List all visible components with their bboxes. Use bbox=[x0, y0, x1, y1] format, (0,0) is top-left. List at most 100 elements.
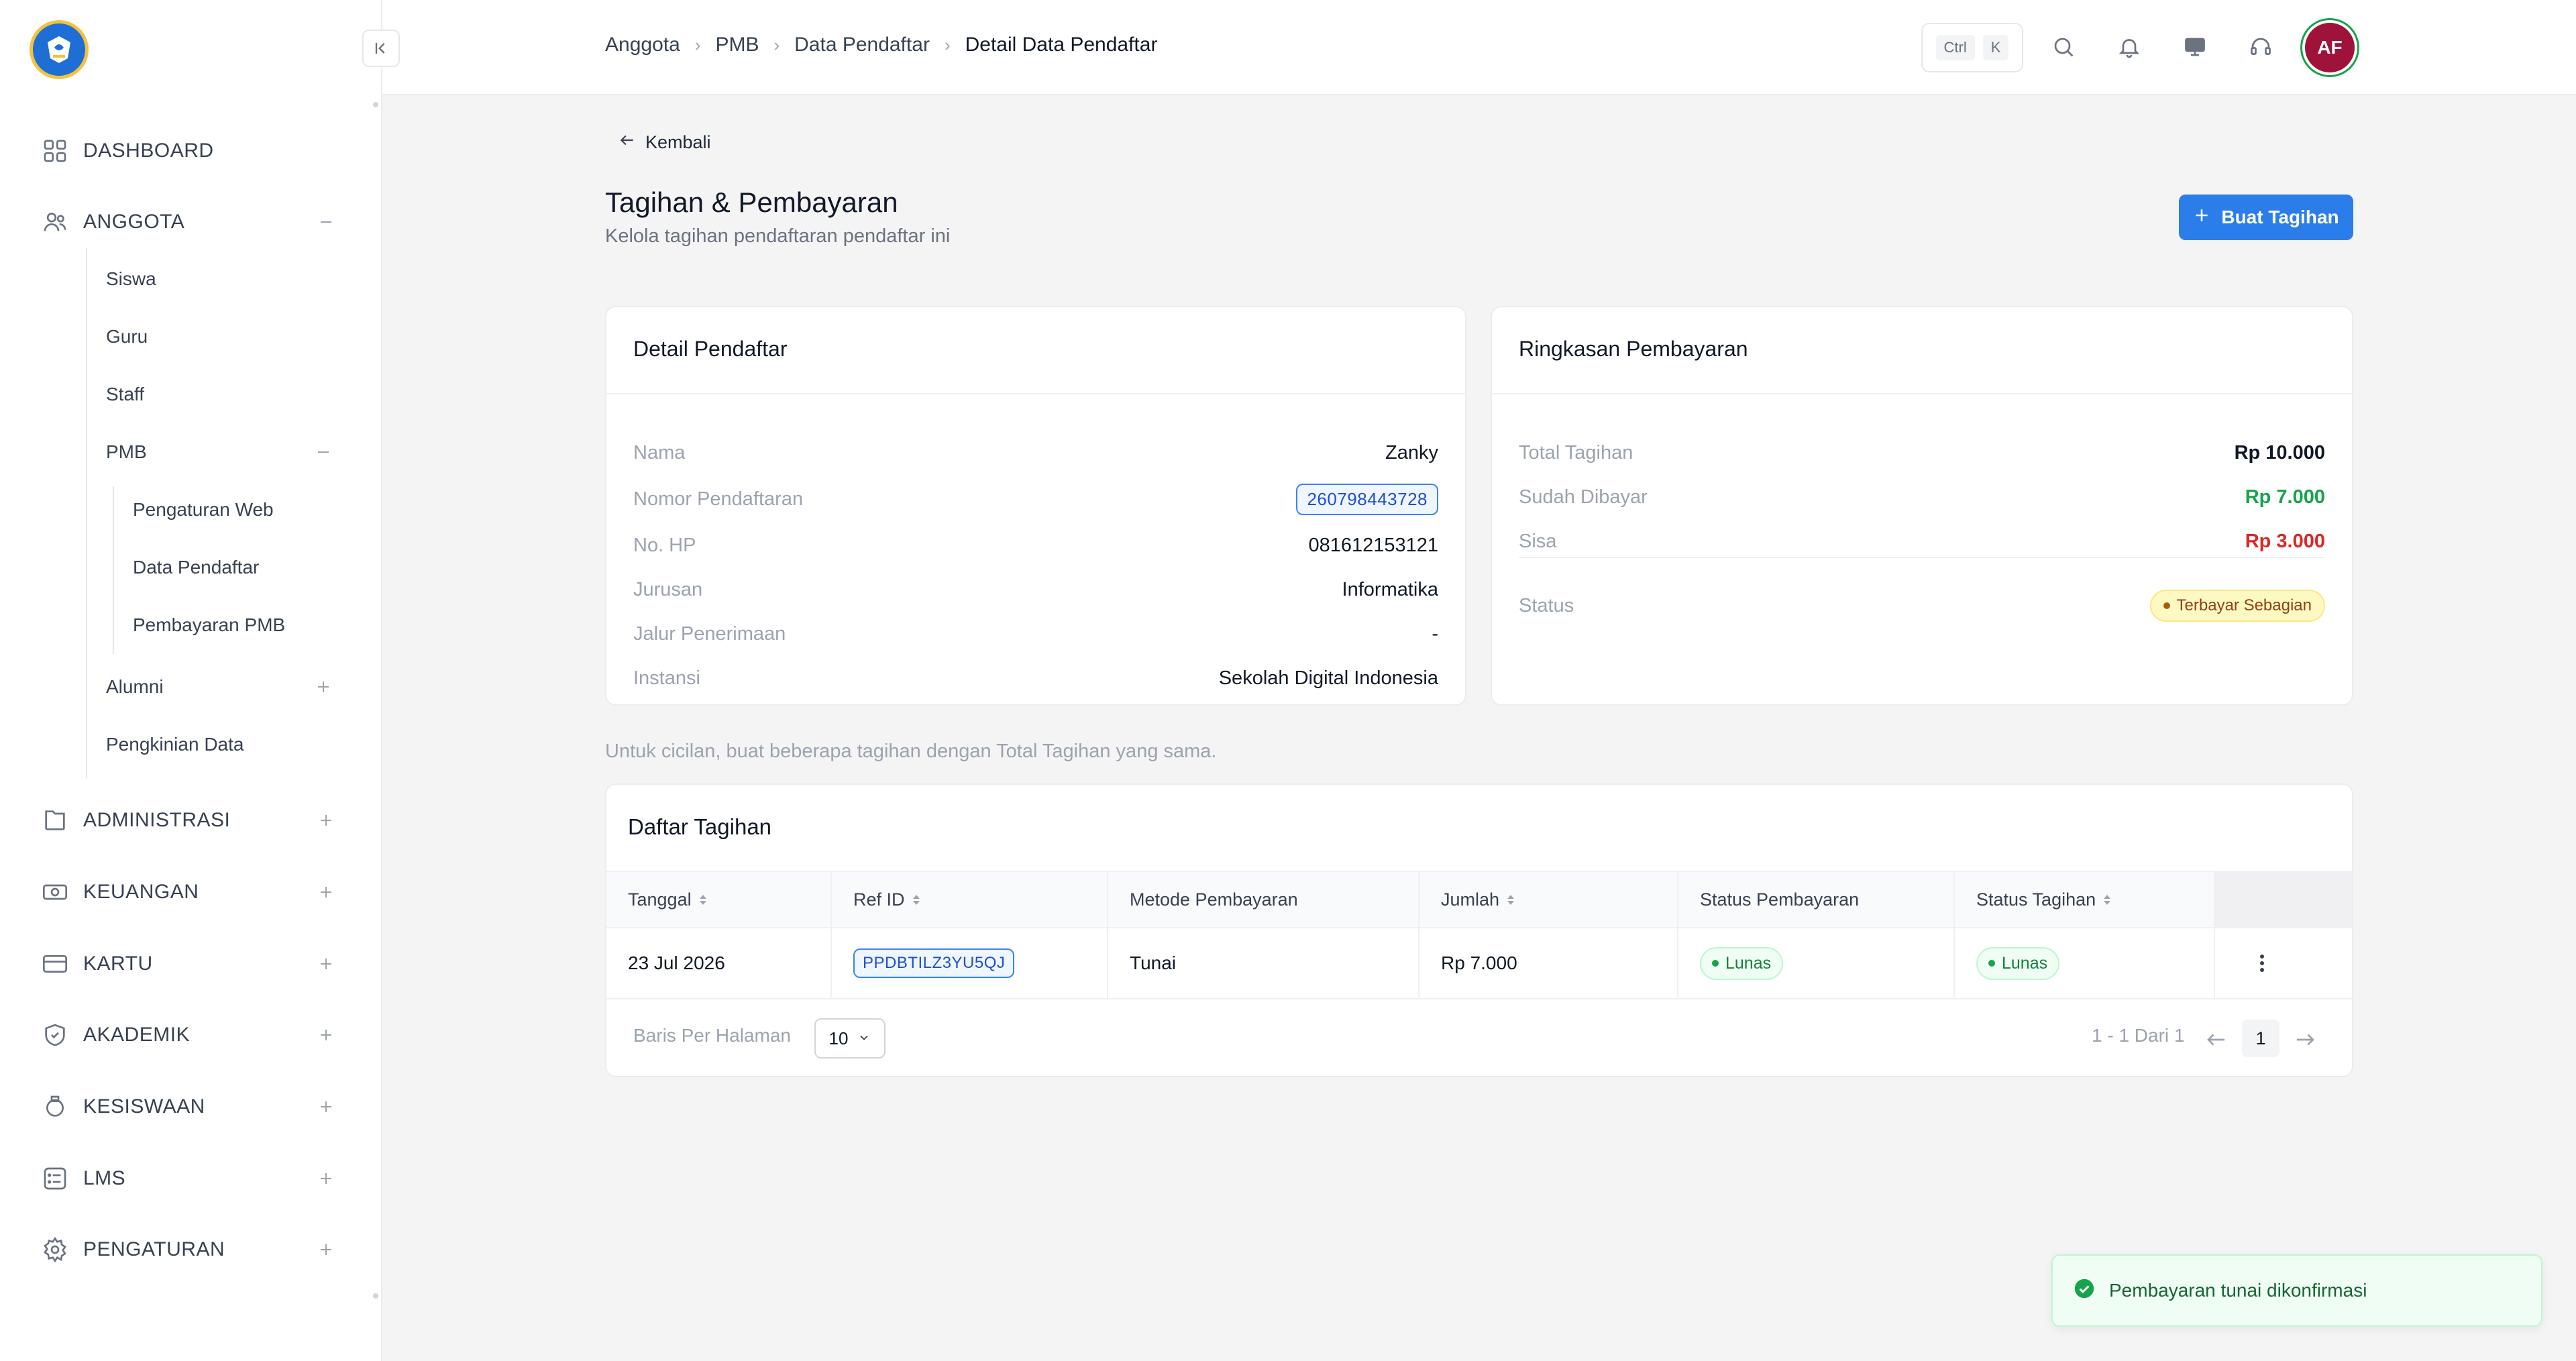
command-palette-button[interactable]: Ctrl K bbox=[1921, 23, 2023, 72]
summary-label: Status bbox=[1519, 594, 1574, 616]
detail-label: Instansi bbox=[633, 667, 700, 689]
page-number-button[interactable]: 1 bbox=[2242, 1020, 2279, 1057]
success-toast[interactable]: Pembayaran tunai dikonfirmasi bbox=[2051, 1254, 2542, 1327]
sidebar-item-anggota[interactable]: ANGGOTA bbox=[40, 199, 335, 246]
column-header-jumlah[interactable]: Jumlah bbox=[1441, 871, 1515, 928]
sidebar-item-label: ANGGOTA bbox=[83, 211, 185, 233]
sidebar-item-keuangan[interactable]: KEUANGAN bbox=[40, 869, 335, 916]
sidebar-item-dashboard[interactable]: DASHBOARD bbox=[40, 127, 335, 174]
table-header-actions-cell bbox=[2214, 871, 2352, 928]
column-header-status-tagihan[interactable]: Status Tagihan bbox=[1976, 871, 2111, 928]
sidebar-item-kesiswaan[interactable]: KESISWAAN bbox=[40, 1083, 335, 1130]
folder-icon bbox=[40, 806, 70, 835]
breadcrumb-item[interactable]: Data Pendaftar bbox=[794, 34, 930, 56]
payment-summary-card: Ringkasan Pembayaran Total Tagihan Rp 10… bbox=[1491, 306, 2353, 706]
expand-plus-icon[interactable] bbox=[314, 677, 333, 696]
expand-plus-icon[interactable] bbox=[317, 1240, 335, 1259]
headset-icon[interactable] bbox=[2245, 31, 2277, 63]
row-actions-kebab-icon[interactable] bbox=[2249, 928, 2275, 998]
sidebar-item-pengaturan[interactable]: PENGATURAN bbox=[40, 1226, 335, 1273]
plus-icon bbox=[2193, 207, 2210, 229]
sidebar-item-staff[interactable]: Staff bbox=[106, 374, 144, 415]
rows-per-page-select[interactable]: 10 bbox=[814, 1018, 885, 1058]
rows-per-page-label: Baris Per Halaman bbox=[633, 1025, 791, 1046]
sidebar-item-kartu[interactable]: KARTU bbox=[40, 940, 335, 987]
column-header-ref-id[interactable]: Ref ID bbox=[853, 871, 920, 928]
cell-status-tagihan: Lunas bbox=[1976, 928, 2060, 998]
bell-icon[interactable] bbox=[2113, 31, 2145, 63]
collapse-minus-icon[interactable] bbox=[314, 443, 333, 461]
collapse-sidebar-button[interactable] bbox=[362, 30, 400, 67]
column-divider bbox=[2214, 871, 2215, 998]
monitor-icon[interactable] bbox=[2179, 31, 2211, 63]
sidebar-item-label: Staff bbox=[106, 384, 145, 404]
sidebar-item-guru[interactable]: Guru bbox=[106, 317, 148, 357]
rows-per-page-value: 10 bbox=[828, 1028, 849, 1048]
sidebar-item-pengaturan-web[interactable]: Pengaturan Web bbox=[133, 490, 274, 530]
sidebar-item-data-pendaftar[interactable]: Data Pendaftar bbox=[133, 547, 259, 588]
registration-number-chip[interactable]: 260798443728 bbox=[1296, 483, 1438, 515]
column-header-metode: Metode Pembayaran bbox=[1130, 871, 1298, 928]
sidebar-item-pmb[interactable]: PMB bbox=[106, 432, 334, 472]
detail-row: Jalur Penerimaan - bbox=[633, 617, 1438, 651]
remaining-value: Rp 3.000 bbox=[2245, 530, 2325, 552]
status-badge: Terbayar Sebagian bbox=[2149, 590, 2325, 622]
back-link[interactable]: Kembali bbox=[619, 131, 711, 154]
sidebar-item-akademik[interactable]: AKADEMIK bbox=[40, 1012, 335, 1058]
sidebar-item-label: LMS bbox=[83, 1167, 126, 1189]
divider bbox=[606, 393, 1465, 394]
status-dot-icon bbox=[1712, 960, 1719, 967]
scrollbar-bottom[interactable] bbox=[373, 1293, 378, 1299]
school-logo-icon[interactable] bbox=[30, 20, 89, 79]
ref-id-chip[interactable]: PPDBTILZ3YU5QJ bbox=[853, 948, 1015, 978]
detail-row: Instansi Sekolah Digital Indonesia bbox=[633, 661, 1438, 695]
expand-plus-icon[interactable] bbox=[317, 883, 335, 902]
sidebar-item-label: KEUANGAN bbox=[83, 881, 199, 903]
summary-row: Sudah Dibayar Rp 7.000 bbox=[1519, 480, 2325, 514]
sidebar-item-alumni[interactable]: Alumni bbox=[106, 667, 334, 707]
collapse-minus-icon[interactable] bbox=[317, 213, 335, 231]
summary-row: Total Tagihan Rp 10.000 bbox=[1519, 436, 2325, 470]
sidebar-item-pengkinian-data[interactable]: Pengkinian Data bbox=[106, 724, 244, 765]
divider bbox=[1492, 393, 2352, 394]
expand-plus-icon[interactable] bbox=[317, 1169, 335, 1188]
breadcrumb-item[interactable]: PMB bbox=[715, 34, 759, 56]
next-page-arrow-icon[interactable] bbox=[2293, 1028, 2317, 1052]
sidebar-item-label: KARTU bbox=[83, 952, 153, 975]
chevron-right-icon: › bbox=[773, 34, 780, 55]
paid-value: Rp 7.000 bbox=[2245, 486, 2325, 508]
detail-value: 081612153121 bbox=[1308, 534, 1438, 556]
column-header-label: Jumlah bbox=[1441, 889, 1500, 910]
column-header-tanggal[interactable]: Tanggal bbox=[628, 871, 706, 928]
create-bill-button[interactable]: Buat Tagihan bbox=[2179, 195, 2353, 240]
status-badge: Lunas bbox=[1700, 946, 1784, 980]
expand-plus-icon[interactable] bbox=[317, 955, 335, 973]
scrollbar-top[interactable] bbox=[373, 102, 378, 107]
prev-page-arrow-icon[interactable] bbox=[2204, 1028, 2229, 1052]
sidebar-item-lms[interactable]: LMS bbox=[40, 1155, 335, 1202]
status-badge-label: Lunas bbox=[1725, 953, 1772, 973]
breadcrumb-current: Detail Data Pendaftar bbox=[965, 34, 1158, 56]
divider bbox=[1519, 557, 2325, 558]
expand-plus-icon[interactable] bbox=[317, 811, 335, 830]
detail-row: No. HP 081612153121 bbox=[633, 529, 1438, 562]
sidebar-item-label: Data Pendaftar bbox=[133, 557, 260, 578]
toast-message: Pembayaran tunai dikonfirmasi bbox=[2109, 1280, 2367, 1301]
expand-plus-icon[interactable] bbox=[317, 1026, 335, 1044]
detail-value: Sekolah Digital Indonesia bbox=[1218, 667, 1438, 689]
expand-plus-icon[interactable] bbox=[317, 1097, 335, 1116]
avatar[interactable]: AF bbox=[2305, 23, 2355, 72]
column-header-label: Ref ID bbox=[853, 889, 905, 910]
sidebar-item-administrasi[interactable]: ADMINISTRASI bbox=[40, 797, 335, 844]
sidebar-item-siswa[interactable]: Siswa bbox=[106, 259, 156, 299]
detail-label: Jurusan bbox=[633, 578, 703, 600]
banknote-icon bbox=[40, 877, 70, 907]
search-icon[interactable] bbox=[2047, 31, 2080, 63]
page-title: Tagihan & Pembayaran bbox=[605, 186, 898, 218]
breadcrumb-item[interactable]: Anggota bbox=[605, 34, 680, 56]
summary-label: Total Tagihan bbox=[1519, 441, 1633, 464]
check-circle-icon bbox=[2073, 1277, 2096, 1305]
total-bill-value: Rp 10.000 bbox=[2234, 441, 2325, 464]
sidebar-item-pembayaran-pmb[interactable]: Pembayaran PMB bbox=[133, 605, 285, 645]
column-header-status-pembayaran: Status Pembayaran bbox=[1700, 871, 1859, 928]
